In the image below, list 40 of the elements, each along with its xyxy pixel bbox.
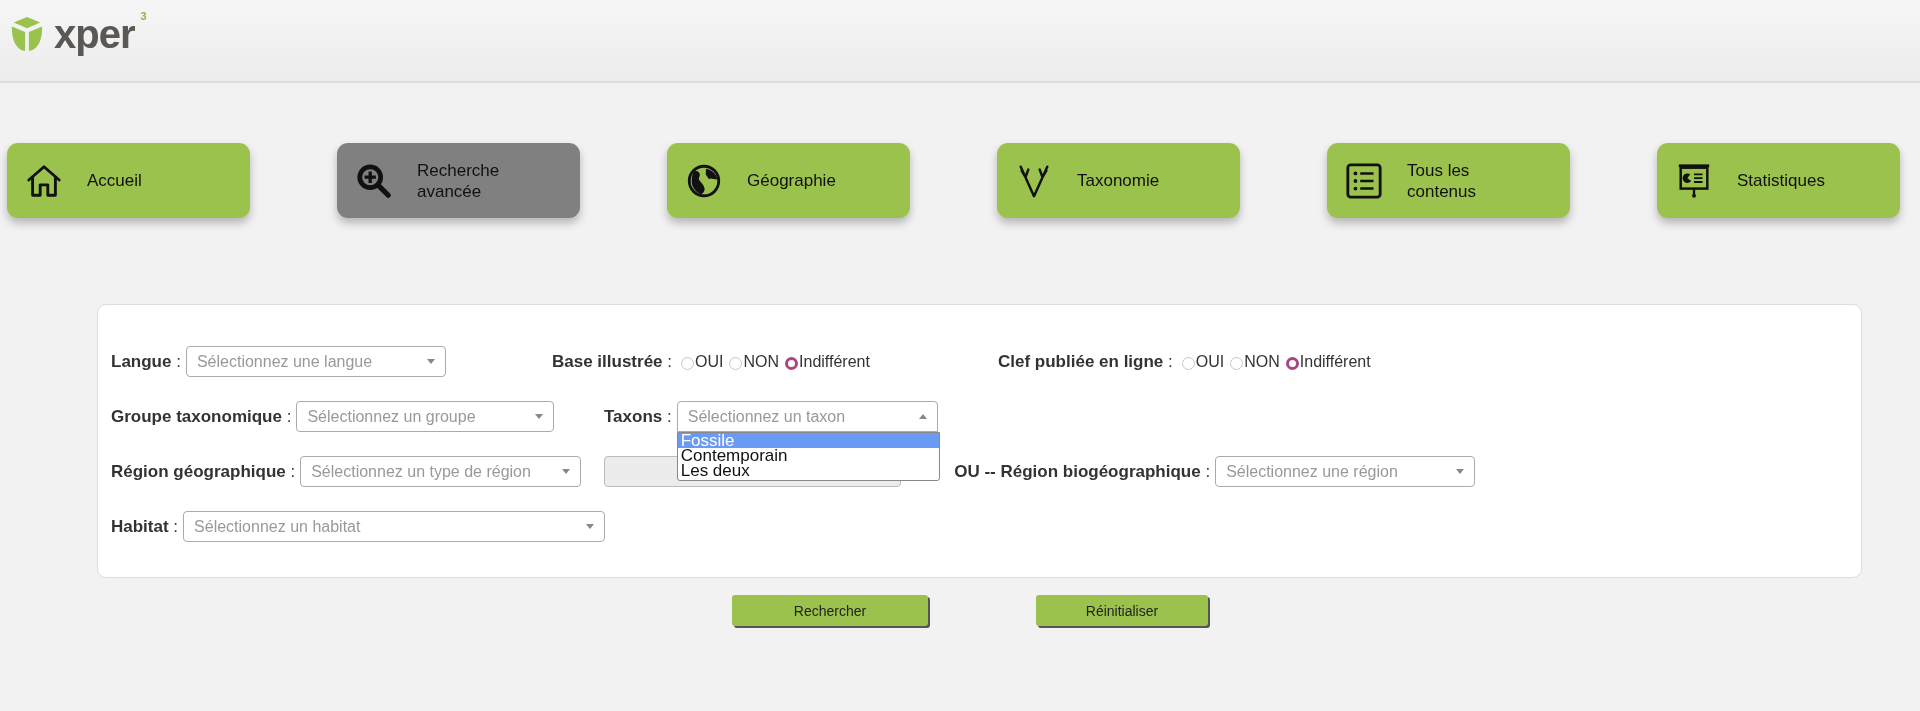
logo-text: xper	[54, 13, 135, 54]
nav-button[interactable]: Recherche avancée	[337, 143, 580, 218]
caret-icon	[1456, 469, 1465, 474]
field-label: Habitat :	[111, 516, 179, 537]
field-label: Région géographique :	[111, 461, 296, 482]
nav-button[interactable]: Tous les contenus	[1327, 143, 1570, 218]
radio-label: NON	[1244, 352, 1280, 371]
field-label: Langue :	[111, 351, 181, 372]
caret-icon	[535, 414, 544, 419]
radio-button[interactable]	[1230, 357, 1244, 370]
radio-label: NON	[743, 352, 780, 371]
list-icon	[1345, 161, 1383, 200]
dropdown-option[interactable]: Les deux	[677, 463, 939, 478]
caret-icon	[426, 359, 435, 364]
caret-icon	[562, 469, 571, 474]
radio-button[interactable]	[1181, 357, 1195, 370]
search-button[interactable]: Rechercher	[732, 595, 928, 626]
caret-icon	[918, 414, 927, 419]
nav-button[interactable]: Géographie	[667, 143, 910, 218]
field-label: Groupe taxonomique :	[111, 406, 292, 427]
radio-button[interactable]	[729, 357, 743, 370]
logo-superscript: 3	[140, 9, 147, 22]
nav-button[interactable]: Accueil	[7, 143, 250, 218]
caret-icon	[586, 524, 595, 529]
radio-label: Indifférent	[799, 352, 870, 371]
field-label: OU -- Région biogéographique :	[954, 461, 1211, 482]
radio-button[interactable]	[785, 357, 799, 370]
radio-button[interactable]	[1285, 357, 1299, 370]
radio-label: OUI	[695, 352, 724, 371]
dropdown-option[interactable]: Contemporain	[677, 448, 939, 463]
radio-label: OUI	[1195, 352, 1225, 371]
reset-button[interactable]: Réinitialiser	[1036, 595, 1208, 626]
zoom-in-icon	[355, 161, 393, 200]
radio-label: Indifférent	[1299, 352, 1371, 371]
field-label: Clef publiée en ligne :	[998, 351, 1173, 372]
field-label: Base illustrée :	[552, 351, 672, 372]
radio-button[interactable]	[681, 357, 694, 370]
nav-button[interactable]: Taxonomie	[997, 143, 1240, 218]
nav-button[interactable]: Statistiques	[1657, 143, 1900, 218]
field-label: Taxons :	[604, 406, 672, 427]
